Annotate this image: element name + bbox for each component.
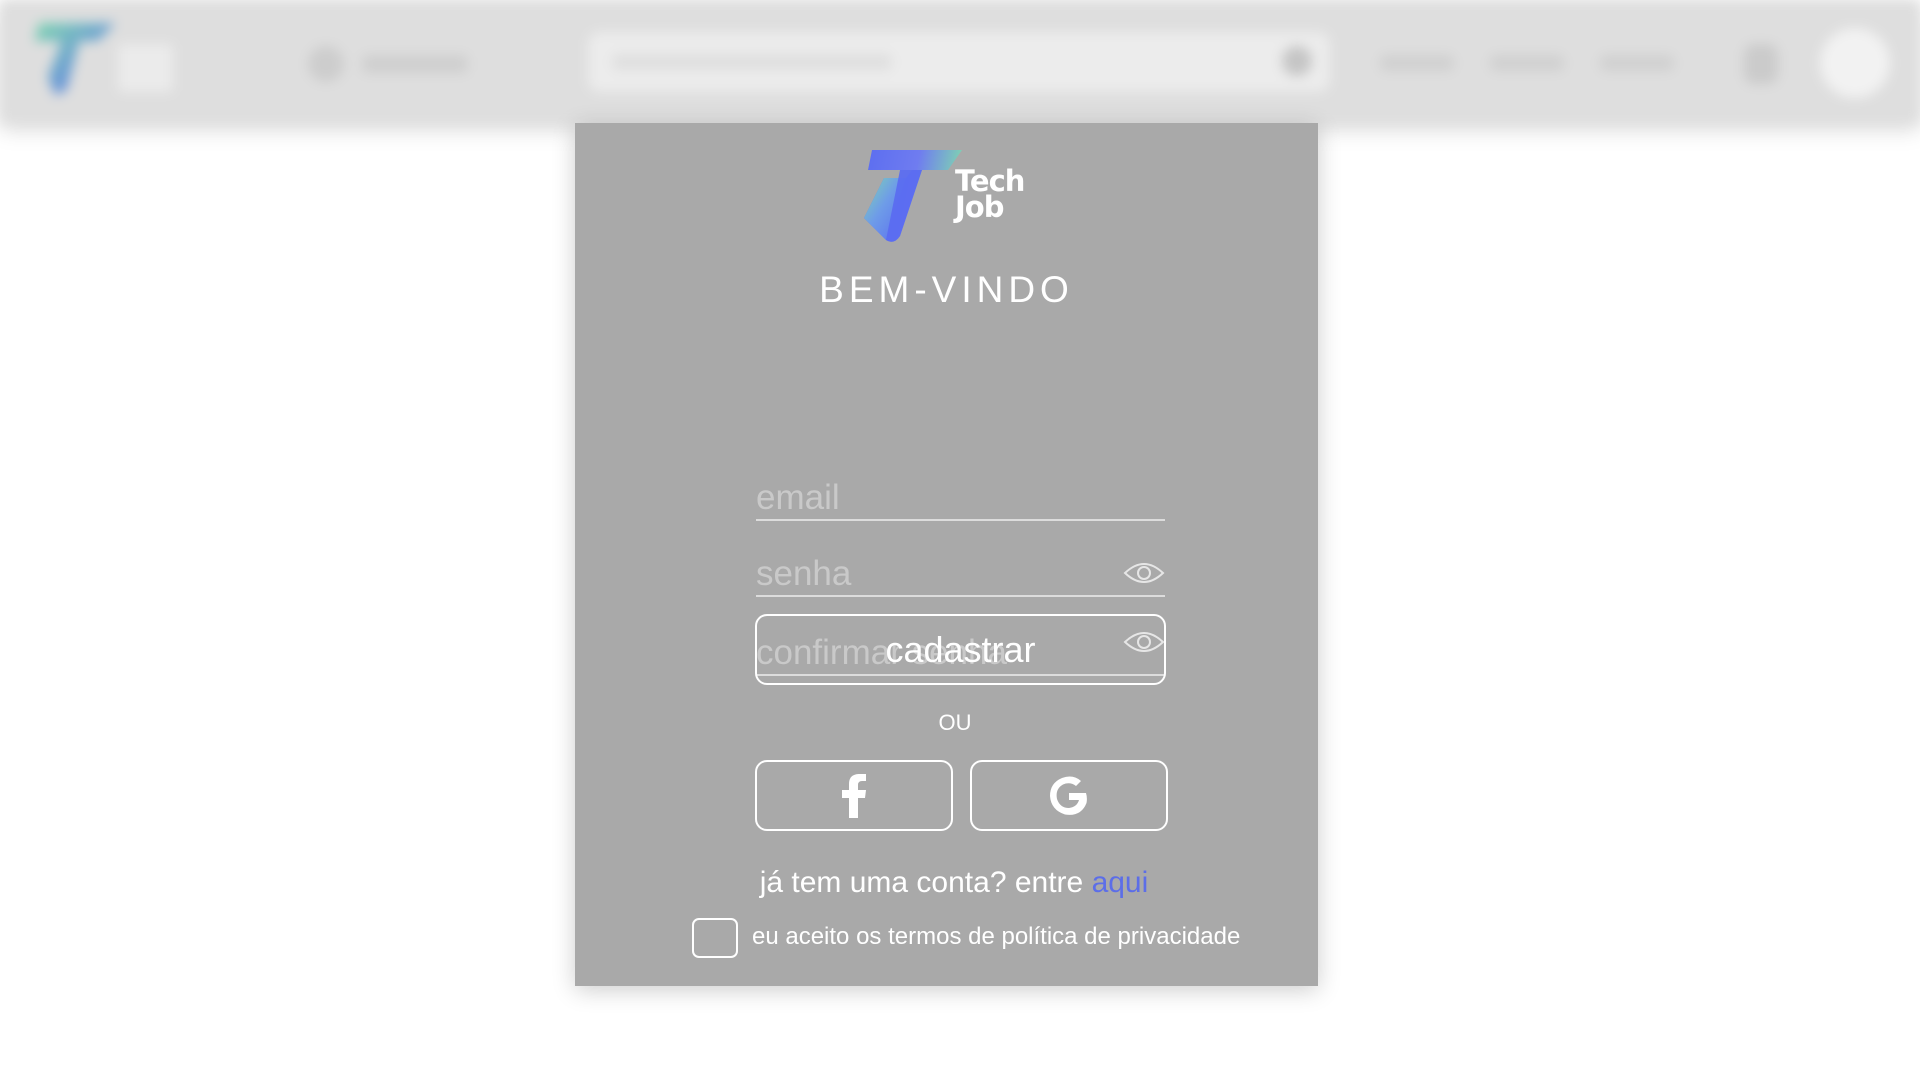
header-link[interactable] — [1380, 55, 1454, 71]
password-input[interactable] — [756, 547, 1116, 595]
google-login-button[interactable] — [970, 760, 1168, 831]
signup-card: Tech Job BEM-VINDO cadastrar OU já tem u… — [575, 123, 1318, 986]
signup-button[interactable]: cadastrar — [755, 614, 1166, 685]
login-prompt: já tem uma conta? entre aqui — [575, 866, 1333, 900]
password-field-wrapper — [756, 547, 1165, 597]
google-icon — [1050, 776, 1087, 815]
login-prompt-text: já tem uma conta? entre — [759, 866, 1092, 899]
search-placeholder — [612, 54, 892, 70]
header-link[interactable] — [1490, 55, 1564, 71]
facebook-icon — [842, 773, 866, 818]
background-header — [0, 0, 1920, 122]
terms-label: eu aceito os termos de política de priva… — [752, 923, 1241, 950]
logo: Tech Job — [860, 148, 1030, 248]
nav-link[interactable] — [362, 55, 468, 73]
notification-icon[interactable] — [1744, 44, 1778, 84]
app-logo-text — [118, 44, 173, 92]
logo-text: Tech Job — [955, 167, 1025, 222]
or-divider: OU — [938, 710, 972, 735]
eye-icon[interactable] — [1123, 559, 1165, 587]
logo-mark-icon — [864, 150, 962, 242]
header-link[interactable] — [1600, 55, 1674, 71]
search-bar[interactable] — [588, 32, 1330, 92]
login-link[interactable]: aqui — [1092, 866, 1149, 899]
email-input[interactable] — [756, 471, 1116, 519]
search-icon[interactable] — [1282, 46, 1312, 76]
welcome-title: BEM-VINDO — [819, 269, 1074, 310]
nav-icon[interactable] — [308, 46, 344, 82]
facebook-login-button[interactable] — [755, 760, 953, 831]
terms-checkbox[interactable] — [692, 918, 738, 958]
app-logo-icon — [34, 23, 116, 95]
terms-row: eu aceito os termos de política de priva… — [692, 918, 1252, 958]
email-field-wrapper — [756, 471, 1165, 521]
avatar[interactable] — [1820, 28, 1890, 98]
